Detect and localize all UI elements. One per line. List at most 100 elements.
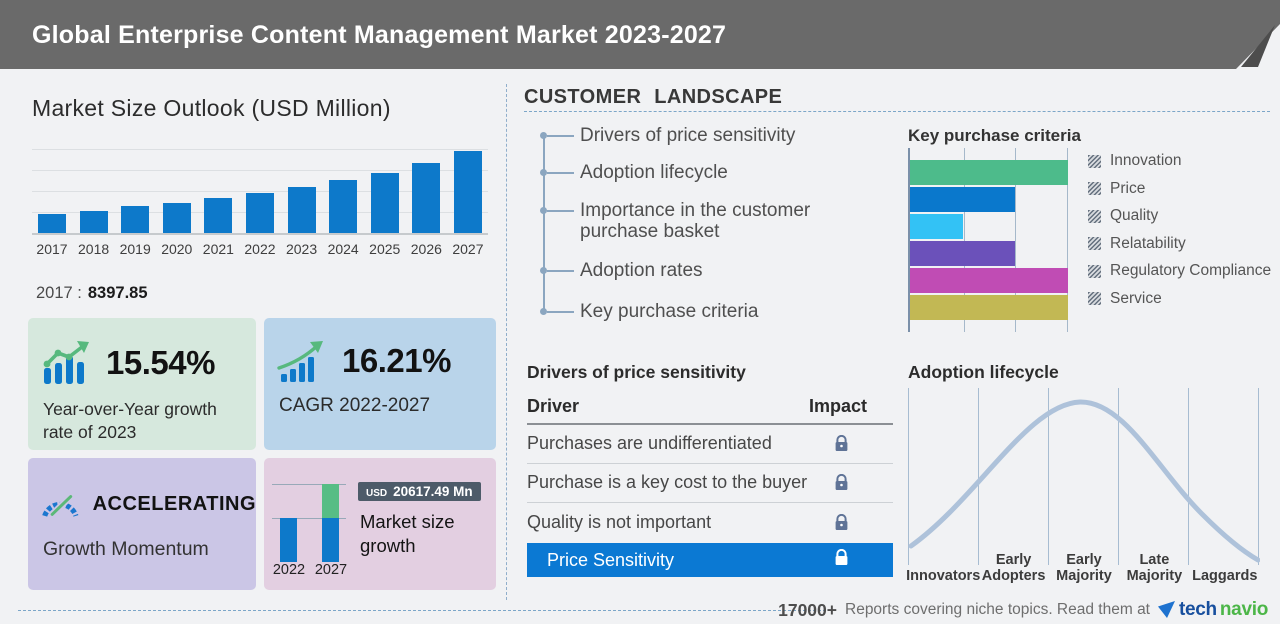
col-driver: Driver (527, 396, 580, 416)
momentum-card: ACCELERATING Growth Momentum (28, 458, 256, 590)
x-tick-label: 2019 (119, 241, 151, 257)
lock-icon (835, 434, 848, 451)
bar (370, 173, 399, 233)
kpc-bar-quality (910, 214, 963, 239)
drivers-table-header: Driver Impact (527, 396, 893, 417)
list-bullet (540, 169, 547, 176)
technavio-arrow-icon (1158, 601, 1175, 618)
page-fold-decoration (1236, 24, 1280, 69)
base-year-value: 2017 : 8397.85 (36, 284, 148, 303)
driver-row: Purchases are undifferentiated (527, 424, 893, 464)
landscape-item-4: Adoption rates (580, 260, 703, 281)
landscape-item-3: Importance in the customer purchase bask… (580, 200, 811, 242)
adoption-stage-label: Early Majority (1056, 552, 1112, 585)
mini-bar-2022 (280, 518, 297, 562)
yoy-label: Year-over-Year growth rate of 2023 (43, 399, 217, 442)
x-tick-label: 2022 (244, 241, 276, 257)
section-divider (506, 84, 507, 600)
bar (204, 198, 233, 233)
base-year-number: 8397.85 (87, 284, 148, 302)
bar-2017 (35, 146, 69, 233)
momentum-label: Growth Momentum (43, 538, 209, 560)
legend-item: Innovation (1088, 150, 1271, 172)
bar (329, 180, 358, 233)
adoption-title: Adoption lifecycle (908, 362, 1059, 382)
bell-curve (908, 399, 1260, 563)
legend-hatch-icon (1088, 209, 1101, 223)
technavio-logo: tech navio (1158, 599, 1268, 621)
base-year-label: 2017 : (36, 284, 82, 302)
market-size-chart: 2017 2018 2019 2020 2021 2022 2023 2024 2025 2026… (32, 146, 488, 257)
currency-label: USD (366, 488, 388, 499)
list-connector (547, 311, 574, 313)
x-tick-label: 2027 (452, 241, 484, 257)
legend-label: Quality (1110, 207, 1159, 224)
x-tick-label: 2021 (202, 241, 234, 257)
bar-2020 (160, 146, 194, 233)
legend-item: Quality (1088, 205, 1271, 227)
momentum-value: ACCELERATING (92, 492, 256, 515)
growth-arrow-icon (277, 341, 323, 382)
logo-text-navio: navio (1219, 599, 1268, 620)
lock-icon (835, 548, 848, 565)
col-impact: Impact (808, 396, 867, 416)
driver-label: Purchase is a key cost to the buyer (527, 472, 808, 493)
adoption-chart (908, 388, 1260, 565)
legend-label: Service (1110, 289, 1162, 307)
bar-2024 (326, 146, 360, 233)
bar-2025 (368, 146, 402, 233)
legend-item: Relatability (1088, 233, 1271, 255)
page-title: Global Enterprise Content Management Mar… (32, 21, 727, 49)
legend-item: Service (1088, 288, 1271, 310)
growth-amount: 20617.49 Mn (393, 484, 473, 499)
cagr-card: 16.21% CAGR 2022-2027 (264, 318, 496, 450)
list-connector (547, 135, 574, 137)
cagr-label: CAGR 2022-2027 (279, 395, 431, 416)
bar (162, 203, 191, 233)
list-connector (547, 210, 574, 212)
cagr-stat-row: 16.21% (277, 340, 496, 382)
driver-row: Quality is not important (527, 503, 893, 543)
footer-text: Reports covering niche topics. Read them… (845, 601, 1150, 618)
bar (453, 151, 482, 233)
legend-hatch-icon (1088, 264, 1101, 278)
yoy-value: 15.54% (106, 344, 215, 381)
bar-2018 (77, 146, 111, 233)
header: Global Enterprise Content Management Mar… (0, 0, 1280, 69)
drivers-rows: Purchases are undifferentiated Purchase i… (527, 424, 893, 543)
kpc-bar-regulatory-compliance (910, 268, 1068, 293)
driver-row: Purchase is a key cost to the buyer (527, 464, 893, 503)
mini-bar-2027-growth (322, 484, 339, 518)
legend-label: Innovation (1110, 152, 1182, 169)
legend-item: Regulatory Compliance (1088, 260, 1271, 282)
list-connector (547, 172, 574, 174)
bar (287, 187, 316, 233)
legend-hatch-icon (1088, 154, 1101, 168)
landscape-item-1: Drivers of price sensitivity (580, 125, 796, 146)
customer-landscape-title: CUSTOMER LANDSCAPE (524, 86, 783, 108)
adoption-labels: Innovators Early Adopters Early Majority La… (906, 543, 1260, 585)
kpc-bar-innovation (910, 160, 1068, 185)
mini-year-end: 2027 (314, 562, 348, 578)
legend-label: Price (1110, 179, 1146, 197)
adoption-stage-label: Late Majority (1126, 552, 1183, 585)
kpc-legend: Innovation Price Quality Relatability Regula… (1088, 150, 1271, 310)
list-bullet (540, 308, 547, 315)
list-bullet (540, 267, 547, 274)
x-tick-label: 2025 (369, 241, 401, 257)
bar-2023 (285, 146, 319, 233)
growth-label: Market size growth (360, 511, 455, 556)
list-bullet (540, 207, 547, 214)
mini-year-start: 2022 (272, 562, 306, 578)
highlight-label: Price Sensitivity (547, 549, 675, 570)
yoy-growth-card: 15.54% Year-over-Year growth rate of 202… (28, 318, 256, 450)
infographic-page: Global Enterprise Content Management Mar… (0, 0, 1280, 624)
lock-icon (835, 514, 848, 531)
adoption-stage-label: Laggards (1192, 568, 1258, 585)
x-tick-label: 2026 (410, 241, 442, 257)
bar-2019 (118, 146, 152, 233)
x-tick-label: 2017 (36, 241, 68, 257)
bar (412, 163, 441, 233)
growth-amount-badge: USD 20617.49 Mn (358, 482, 481, 501)
highlight-lock-slot (834, 548, 849, 571)
